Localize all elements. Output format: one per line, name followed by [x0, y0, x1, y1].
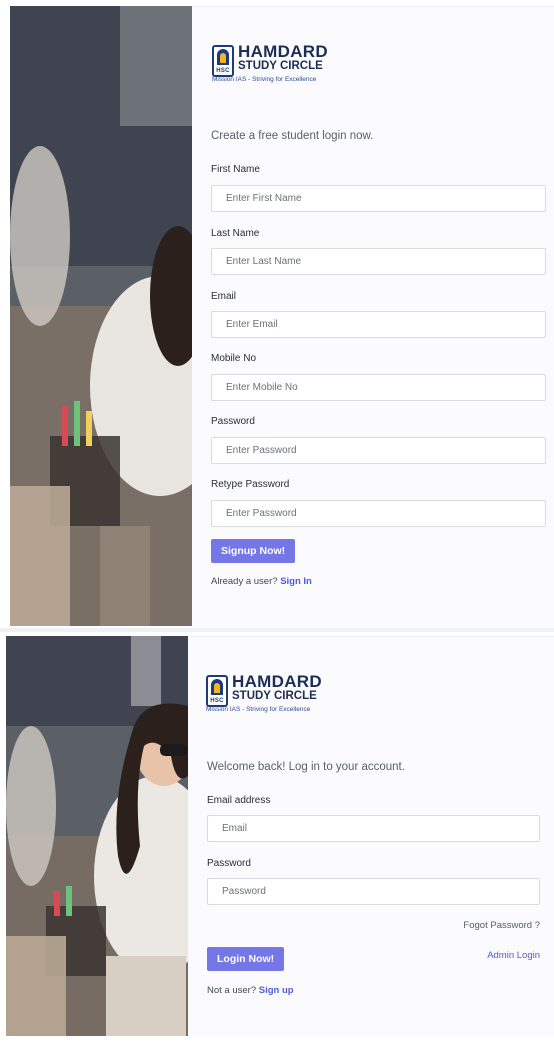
first-name-field	[211, 185, 546, 212]
email-field	[211, 311, 546, 338]
email-label: Email	[211, 291, 237, 302]
brand-mark-text: HSC	[210, 698, 224, 704]
signup-footer-text: Already a user?	[211, 576, 278, 587]
forgot-password-link[interactable]: Fogot Password ?	[463, 920, 540, 931]
signup-button[interactable]: Signup Now!	[211, 539, 296, 563]
signup-panel: HSC HAMDARD STUDY CIRCLE Mission IAS - S…	[0, 0, 554, 628]
email-address-label: Email address	[207, 795, 271, 806]
retype-password-input[interactable]	[212, 501, 545, 526]
login-form: HSC HAMDARD STUDY CIRCLE Mission IAS - S…	[188, 636, 554, 1036]
brand-mark-icon: HSC	[206, 675, 228, 707]
brand-mark-icon: HSC	[212, 45, 234, 77]
login-email-input[interactable]	[208, 816, 539, 841]
login-panel: HSC HAMDARD STUDY CIRCLE Mission IAS - S…	[0, 632, 554, 1046]
first-name-label: First Name	[211, 164, 260, 175]
signup-footer: Already a user? Sign In	[211, 576, 312, 587]
admin-login-link[interactable]: Admin Login	[487, 950, 540, 961]
student-photo-login	[6, 636, 188, 1036]
brand-subtitle: STUDY CIRCLE	[238, 60, 323, 72]
sign-up-link[interactable]: Sign up	[259, 985, 294, 996]
email-input[interactable]	[212, 312, 545, 337]
last-name-field	[211, 248, 546, 275]
brand-title: HAMDARD	[232, 672, 322, 691]
brand-logo-login: HSC HAMDARD STUDY CIRCLE Mission IAS - S…	[206, 673, 322, 713]
student-photo-login-illustration	[6, 636, 188, 1036]
login-footer: Not a user? Sign up	[207, 985, 294, 996]
login-password-input[interactable]	[208, 879, 539, 904]
brand-mark-text: HSC	[216, 68, 230, 74]
brand-logo: HSC HAMDARD STUDY CIRCLE Mission IAS - S…	[212, 43, 328, 83]
login-intro: Welcome back! Log in to your account.	[207, 761, 405, 773]
retype-password-field	[211, 500, 546, 527]
mobile-field	[211, 374, 546, 401]
password-input[interactable]	[212, 438, 545, 463]
password-field	[211, 437, 546, 464]
student-photo	[10, 6, 192, 626]
login-password-label: Password	[207, 858, 251, 869]
signup-form: HSC HAMDARD STUDY CIRCLE Mission IAS - S…	[192, 6, 554, 628]
first-name-input[interactable]	[212, 186, 545, 211]
login-email-field	[207, 815, 540, 842]
brand-subtitle: STUDY CIRCLE	[232, 690, 317, 702]
sign-in-link[interactable]: Sign In	[280, 576, 312, 587]
login-footer-text: Not a user?	[207, 985, 257, 996]
last-name-input[interactable]	[212, 249, 545, 274]
brand-tagline: Mission IAS - Striving for Excellence	[206, 705, 311, 713]
brand-title: HAMDARD	[238, 42, 328, 61]
password-label: Password	[211, 416, 255, 427]
mobile-input[interactable]	[212, 375, 545, 400]
last-name-label: Last Name	[211, 228, 260, 239]
student-photo-illustration	[10, 6, 192, 626]
mobile-label: Mobile No	[211, 353, 257, 364]
signup-intro: Create a free student login now.	[211, 130, 374, 142]
brand-tagline: Mission IAS - Striving for Excellence	[212, 75, 317, 83]
login-password-field	[207, 878, 540, 905]
login-button[interactable]: Login Now!	[207, 947, 285, 971]
retype-password-label: Retype Password	[211, 479, 290, 490]
